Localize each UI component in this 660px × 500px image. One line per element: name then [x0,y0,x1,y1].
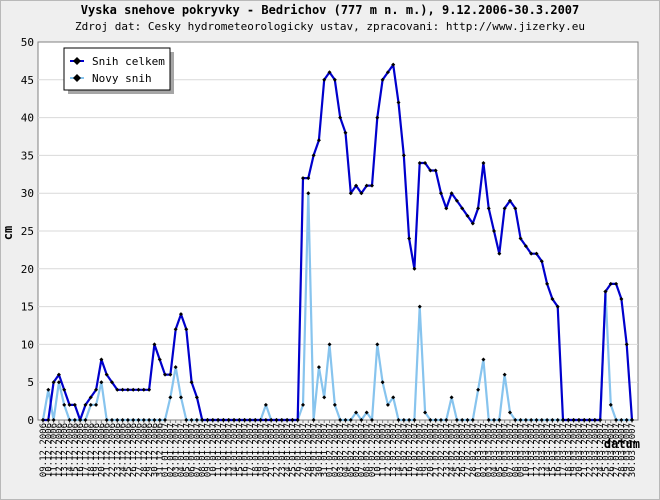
chart-svg: 0 5 10 15 20 25 30 35 40 45 50 09.12.200610.12.200… [1,36,640,477]
y-tick-label: 50 [21,36,34,49]
legend: Snih celkem Novy snih [63,47,174,94]
y-tick-label: 15 [21,301,34,314]
y-tick-label: 5 [27,376,34,389]
y-axis-label: cm [1,226,15,240]
y-tick-label: 40 [21,112,34,125]
y-tick-label: 20 [21,263,34,276]
y-tick-label: 0 [27,414,34,427]
y-tick-labels: 0 5 10 15 20 25 30 35 40 45 50 [21,36,34,427]
y-tick-label: 10 [21,338,34,351]
legend-label-snih-celkem: Snih celkem [92,55,165,68]
y-tick-label: 25 [21,225,34,238]
x-tick-labels: 09.12.200610.12.200611.12.200612.12.2006… [39,420,638,477]
y-tick-label: 35 [21,149,34,162]
y-tick-label: 30 [21,187,34,200]
y-tick-label: 45 [21,74,34,87]
x-axis-label: datum [604,437,640,451]
legend-label-novy-snih: Novy snih [92,72,152,85]
